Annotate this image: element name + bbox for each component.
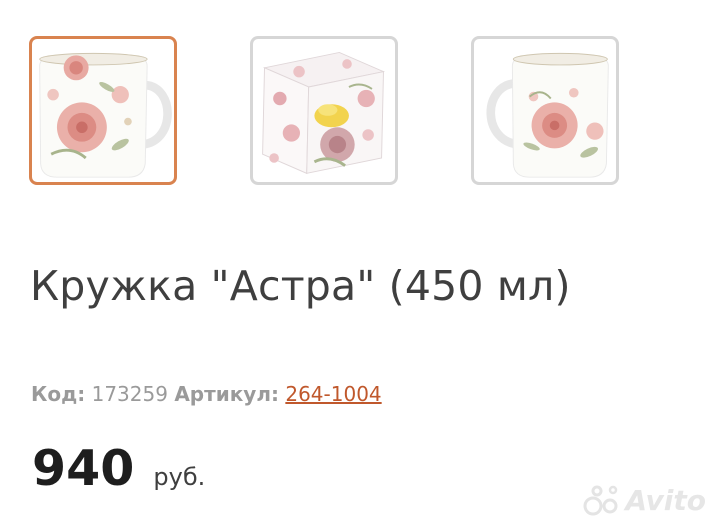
price-block: 940 руб. (32, 440, 205, 497)
product-meta: Код: 173259 Артикул: 264-1004 (31, 382, 382, 406)
code-value: 173259 (91, 382, 168, 406)
mug-back-image (486, 52, 609, 178)
article-link[interactable]: 264-1004 (285, 382, 381, 406)
avito-logo-icon (583, 485, 618, 516)
thumbnail-mug-front[interactable] (29, 36, 177, 185)
price-value: 940 (32, 440, 135, 497)
gift-box-image (262, 51, 386, 175)
product-title: Кружка "Астра" (450 мл) (30, 262, 571, 310)
watermark-text: Avito (625, 483, 706, 517)
price-currency: руб. (153, 463, 206, 491)
thumbnail-gift-box[interactable] (250, 36, 398, 185)
code-label: Код: (31, 382, 86, 406)
avito-watermark: Avito (583, 482, 706, 518)
thumbnail-mug-back[interactable] (471, 36, 619, 185)
article-label: Артикул: (174, 382, 279, 406)
mug-front-image (39, 52, 172, 178)
